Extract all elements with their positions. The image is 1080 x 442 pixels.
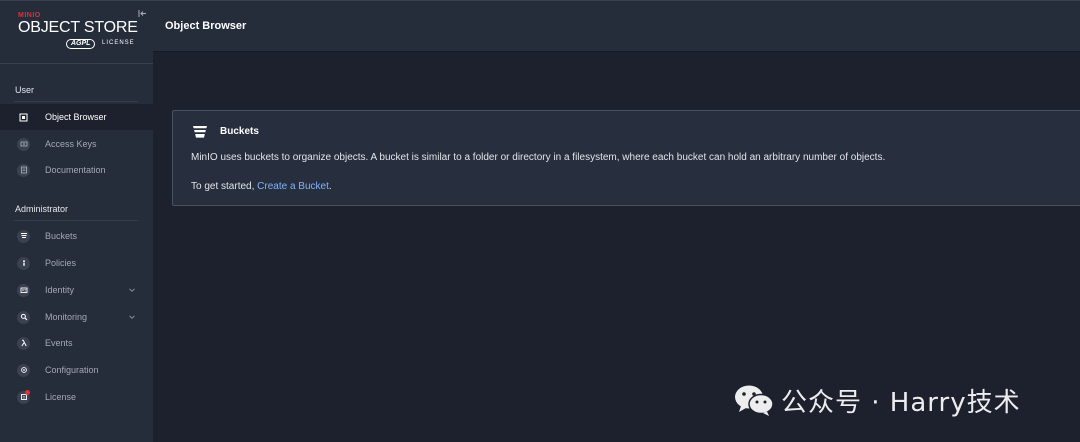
logo-license-text: LICENSE [102,40,135,46]
policy-icon [17,256,30,270]
sidebar-item-label: Documentation [45,165,106,175]
gear-icon [17,363,30,377]
sidebar-item-label: Configuration [45,365,99,375]
sidebar-item-events[interactable]: Events [0,330,153,356]
document-icon [17,163,30,177]
minio-console: MINIO OBJECT STORE AGPL LICENSE User Obj… [0,0,1080,442]
sidebar-item-policies[interactable]: Policies [0,250,153,276]
bucket-icon [17,229,30,243]
license-icon [17,389,30,404]
identity-icon [17,283,30,297]
sidebar-item-label: Access Keys [45,139,97,149]
section-label-user: User [15,85,35,95]
watermark-text: 公众号 · Harry技术 [781,387,1021,418]
chevron-down-icon [129,315,135,320]
sidebar-divider [0,63,153,64]
logo-edition: AGPL [66,39,96,49]
cta-prefix: To get started, [191,181,258,192]
license-badge-dot [25,389,30,395]
chevron-down-icon [129,288,135,293]
sidebar-item-label: Object Browser [45,112,107,122]
sidebar-item-label: Buckets [45,231,78,241]
sidebar-item-buckets[interactable]: Buckets [0,223,153,249]
sidebar-item-label: Monitoring [45,312,88,322]
cta-suffix: . [328,181,332,192]
sidebar-item-label: Events [45,338,73,348]
sidebar-item-identity[interactable]: Identity [0,277,153,303]
sidebar-item-license[interactable]: License [0,384,153,410]
sidebar-item-monitoring[interactable]: Monitoring [0,304,153,330]
sidebar-item-label: License [45,392,77,402]
section-rule [14,220,138,221]
sidebar-item-object-browser[interactable]: Object Browser [0,104,153,130]
key-icon [17,137,30,151]
sidebar: MINIO OBJECT STORE AGPL LICENSE User Obj… [0,0,153,442]
buckets-info-card: Buckets MinIO uses buckets to organize o… [172,110,1080,206]
page-title: Object Browser [165,20,247,32]
watermark: 公众号 · Harry技术 [733,380,1021,420]
card-title: Buckets [220,126,259,137]
section-rule [14,101,138,102]
logo-brand: MINIO [18,12,41,19]
sidebar-item-documentation[interactable]: Documentation [0,157,153,183]
section-label-administrator: Administrator [15,204,69,214]
minio-logo[interactable]: MINIO OBJECT STORE AGPL LICENSE [18,12,140,52]
sidebar-item-label: Identity [45,285,75,295]
sidebar-item-label: Policies [45,258,77,268]
card-cta: To get started, Create a Bucket. [191,181,332,192]
collapse-sidebar-icon[interactable] [137,9,147,19]
lambda-icon [17,336,30,350]
logo-title: OBJECT STORE [18,19,138,36]
object-browser-icon [17,111,30,124]
bucket-icon [193,126,207,138]
wechat-icon [735,385,774,416]
page-header: Object Browser [153,0,1080,52]
sidebar-item-configuration[interactable]: Configuration [0,357,153,383]
create-bucket-link[interactable]: Create a Bucket [257,181,329,192]
monitoring-icon [17,310,30,324]
sidebar-item-access-keys[interactable]: Access Keys [0,131,153,157]
card-description: MinIO uses buckets to organize objects. … [191,152,886,163]
